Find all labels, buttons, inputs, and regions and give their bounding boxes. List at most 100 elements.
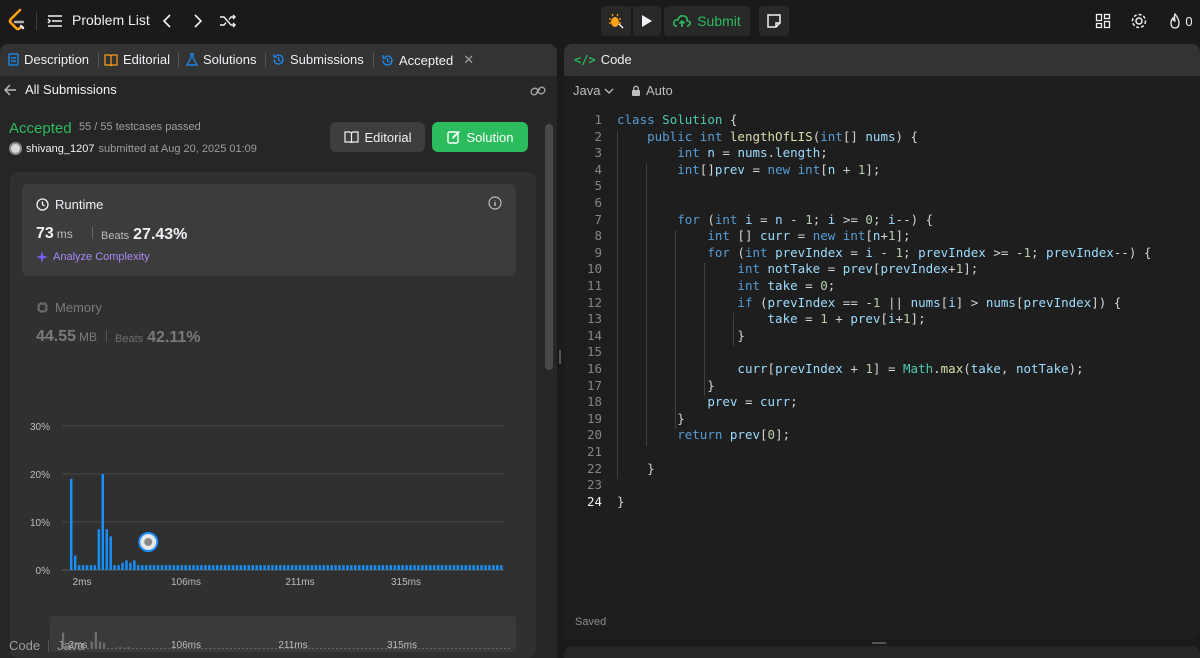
chevron-left-icon[interactable]: [158, 11, 176, 31]
tab-solutions[interactable]: Solutions: [186, 52, 256, 67]
chart-bar: [73, 555, 77, 570]
tab-accepted-label: Accepted: [399, 52, 454, 68]
mini-chart-bar: [434, 648, 437, 649]
mini-chart-bar: [499, 648, 502, 649]
debug-icon[interactable]: [606, 11, 626, 31]
sparkle-icon: [36, 251, 48, 263]
chart-bar: [188, 565, 191, 570]
chart-bar: [144, 565, 148, 570]
chart-bar: [330, 565, 333, 570]
line-number: 23: [586, 477, 602, 493]
code-line[interactable]: take = 1 + prev[i+1];: [617, 311, 926, 326]
code-line[interactable]: prev = curr;: [617, 394, 797, 409]
code-line[interactable]: if (prevIndex == -1 || nums[i] > nums[pr…: [617, 295, 1121, 310]
chart-bar: [271, 565, 274, 570]
mini-x-tick-label: 211ms: [278, 640, 307, 651]
editorial-button[interactable]: Editorial: [330, 122, 425, 152]
auto-mode-toggle[interactable]: Auto: [631, 83, 673, 98]
submit-button[interactable]: Submit: [664, 6, 750, 36]
chart-bar: [267, 565, 270, 570]
mini-x-tick-label: 106ms: [171, 640, 201, 651]
chart-bar: [70, 478, 73, 570]
code-line[interactable]: }: [617, 328, 745, 343]
tab-editorial[interactable]: Editorial: [104, 52, 170, 67]
code-line[interactable]: int take = 0;: [617, 278, 835, 293]
streak-counter[interactable]: 0: [1166, 11, 1196, 31]
leetcode-logo-icon[interactable]: [6, 8, 28, 34]
scrollbar-thumb[interactable]: [545, 124, 553, 370]
resize-grip[interactable]: [559, 350, 561, 364]
chart-bar: [472, 565, 475, 570]
gear-icon[interactable]: [1129, 11, 1149, 31]
y-tick-label: 20%: [30, 470, 50, 481]
tab-submissions[interactable]: Submissions: [272, 52, 364, 67]
line-number: 8: [594, 228, 602, 244]
avatar[interactable]: [9, 142, 22, 155]
memory-header[interactable]: Memory: [36, 300, 102, 315]
mini-chart-bar: [123, 647, 126, 649]
mini-chart-bar: [139, 648, 142, 649]
language-select[interactable]: Java: [573, 83, 614, 98]
run-play-icon[interactable]: [637, 11, 657, 31]
mini-chart[interactable]: 2ms 106ms 211ms 315ms: [50, 616, 516, 652]
code-line[interactable]: int[]prev = new int[n + 1];: [617, 162, 880, 177]
tab-submissions-label: Submissions: [290, 52, 364, 67]
chart-bar: [480, 565, 483, 570]
code-line[interactable]: return prev[0];: [617, 427, 790, 442]
mini-chart-bar: [495, 648, 498, 649]
runtime-box[interactable]: Runtime 73 ms Beats 27.43% Analyze Comple…: [22, 184, 516, 276]
chart-bar: [239, 565, 243, 570]
code-editor[interactable]: 1 class Solution {2 public int lengthOfLI…: [564, 112, 1200, 612]
mini-chart-bar: [368, 648, 372, 649]
chart-bar: [219, 565, 223, 570]
list-icon[interactable]: [46, 13, 64, 29]
code-line[interactable]: }: [617, 461, 655, 476]
code-line[interactable]: }: [617, 378, 715, 393]
mini-chart-bar: [422, 648, 425, 649]
code-line[interactable]: }: [617, 494, 625, 509]
chart-bar: [294, 565, 298, 570]
chart-bar: [251, 565, 254, 570]
shuffle-icon[interactable]: [218, 11, 238, 31]
chevron-right-icon[interactable]: [189, 11, 207, 31]
close-tab-icon[interactable]: ✕: [463, 52, 474, 68]
mini-chart-bar: [205, 648, 208, 649]
problem-list-link[interactable]: Problem List: [72, 12, 150, 28]
chart-bar: [204, 565, 207, 570]
chart-range-selector[interactable]: 2ms 106ms 211ms 315ms: [50, 616, 516, 652]
notes-button[interactable]: [759, 6, 789, 36]
tab-accepted[interactable]: Accepted ✕: [381, 52, 474, 68]
code-line[interactable]: }: [617, 411, 685, 426]
chart-bar: [413, 565, 416, 570]
runtime-distribution-chart[interactable]: 30% 20% 10% 0% 2ms 106ms 211ms 315ms: [10, 384, 536, 614]
editor-title-label: Code: [600, 52, 632, 67]
mini-chart-bar: [332, 648, 335, 649]
chart-bar: [318, 565, 322, 570]
mini-chart-bar: [307, 648, 310, 649]
chart-bar: [164, 565, 168, 570]
code-line[interactable]: for (int prevIndex = i - 1; prevIndex >=…: [617, 245, 1151, 260]
code-line[interactable]: class Solution {: [617, 112, 737, 127]
code-line[interactable]: for (int i = n - 1; i >= 0; i--) {: [617, 212, 933, 227]
code-line[interactable]: int notTake = prev[prevIndex+1];: [617, 261, 978, 276]
chart-bar: [137, 565, 140, 570]
code-line[interactable]: curr[prevIndex + 1] = Math.max(take, not…: [617, 361, 1083, 376]
mini-chart-bar: [209, 648, 212, 649]
code-line[interactable]: int [] curr = new int[n+1];: [617, 228, 910, 243]
code-line[interactable]: public int lengthOfLIS(int[] nums) {: [617, 129, 918, 144]
link-icon[interactable]: [530, 85, 546, 97]
back-all-submissions[interactable]: All Submissions: [4, 82, 117, 97]
chart-bar: [425, 565, 428, 570]
username[interactable]: shivang_1207: [26, 143, 95, 155]
solution-button[interactable]: Solution: [432, 122, 528, 152]
info-icon[interactable]: [488, 196, 502, 210]
chart-bar: [81, 565, 85, 570]
tab-description[interactable]: Description: [8, 52, 89, 67]
layout-icon[interactable]: [1093, 11, 1113, 31]
line-number: 16: [586, 361, 602, 376]
mini-chart-bar: [327, 648, 331, 649]
console-resize-grip[interactable]: [872, 642, 886, 644]
analyze-complexity-link[interactable]: Analyze Complexity: [36, 251, 150, 263]
chart-bar: [314, 565, 318, 570]
code-line[interactable]: int n = nums.length;: [617, 145, 828, 160]
